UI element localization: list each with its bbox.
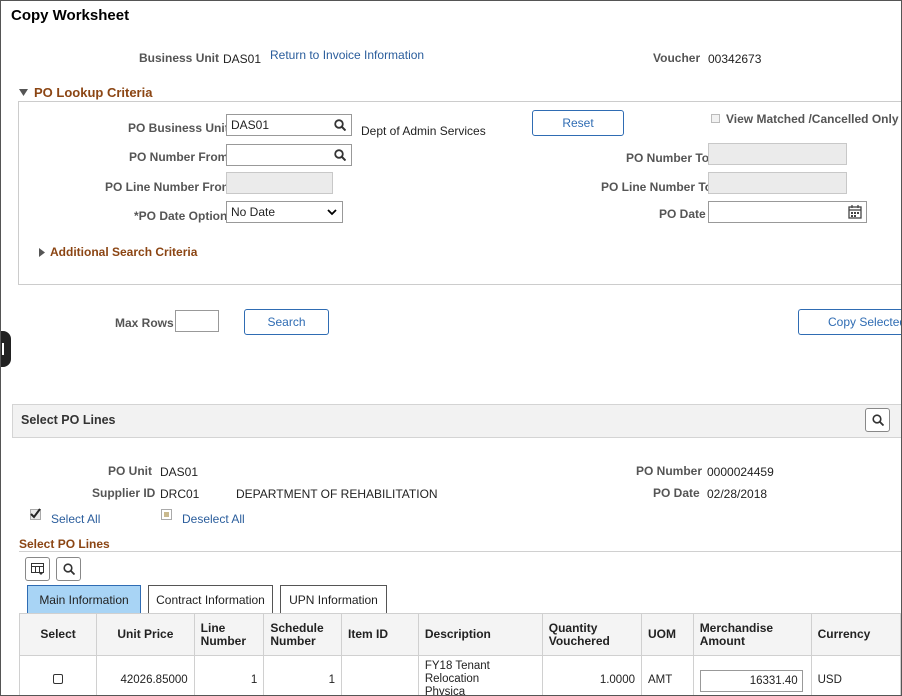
po-line-to-input [708, 172, 847, 194]
copy-selected-lines-button[interactable]: Copy Selected L [798, 309, 901, 335]
col-currency-header[interactable]: Currency [810, 613, 901, 656]
po-date-label: PO Date [659, 207, 706, 221]
uom-cell: AMT [641, 655, 694, 695]
voucher-value: 00342673 [708, 52, 762, 66]
po-number-from-label: PO Number From [129, 150, 229, 164]
description-text: FY18 Tenant Relocation Physica [424, 660, 490, 696]
line-number-cell: 1 [193, 655, 265, 695]
side-panel-handle[interactable] [1, 331, 11, 367]
po-line-from-input [226, 172, 333, 194]
row-select-checkbox[interactable] [53, 673, 64, 684]
col-description-header[interactable]: Description [417, 613, 543, 656]
description-cell: FY18 Tenant Relocation Physica [417, 655, 543, 696]
select-all-checkbox[interactable] [30, 508, 41, 520]
select-po-lines-header-bar [12, 404, 901, 438]
select-all-link[interactable]: Select All [51, 512, 100, 526]
po-business-unit-description: Dept of Admin Services [361, 124, 486, 138]
po-date-label-2: PO Date [653, 486, 700, 500]
grid-header-row: Select Unit Price Line Number Schedule N… [18, 613, 901, 656]
calendar-icon[interactable] [848, 205, 862, 219]
indeterminate-icon [164, 512, 169, 517]
item-id-cell [341, 655, 419, 695]
unit-price-cell: 42026.85000 [96, 655, 195, 695]
search-icon[interactable] [334, 119, 346, 131]
grid-find-button[interactable] [56, 557, 81, 581]
voucher-label: Voucher [653, 51, 701, 65]
po-date-value: 02/28/2018 [707, 487, 768, 501]
col-schedule-number-header[interactable]: Schedule Number [263, 613, 342, 656]
search-icon [871, 414, 884, 426]
select-po-lines-grid-title: Select PO Lines [19, 537, 110, 551]
supplier-id-value: DRC01 [160, 487, 200, 501]
col-merchandise-amount-header[interactable]: Merchandise Amount [692, 613, 812, 656]
po-lookup-toggle[interactable]: PO Lookup Criteria [19, 85, 152, 100]
search-icon[interactable] [334, 149, 346, 161]
deselect-all-checkbox[interactable] [161, 509, 172, 520]
copy-worksheet-page: Copy Worksheet Business Unit DAS01 Retur… [0, 0, 902, 696]
additional-search-label: Additional Search Criteria [50, 245, 198, 259]
personalize-grid-button[interactable] [25, 557, 50, 581]
po-number-to-input [708, 143, 847, 165]
find-button[interactable] [865, 408, 890, 432]
po-line-from-label: PO Line Number From [105, 180, 233, 194]
chevron-down-icon [327, 209, 337, 216]
col-uom-header[interactable]: UOM [641, 613, 694, 656]
po-number-to-label: PO Number To [626, 151, 710, 165]
tab-main-information[interactable]: Main Information [27, 585, 141, 613]
po-unit-label: PO Unit [108, 464, 152, 478]
row-select-cell [18, 655, 98, 695]
po-date-option-value: No Date [231, 205, 276, 219]
col-select-header[interactable]: Select [18, 613, 98, 656]
supplier-name: DEPARTMENT OF REHABILITATION [236, 487, 438, 501]
checkmark-icon [30, 508, 41, 519]
view-matched-checkbox[interactable] [711, 114, 720, 123]
collapse-triangle-icon [19, 89, 28, 96]
col-quantity-vouchered-header[interactable]: Quantity Vouchered [541, 613, 643, 656]
merchandise-amount-input[interactable]: 16331.40 [699, 669, 803, 692]
po-number-label: PO Number [636, 464, 703, 478]
col-unit-price-header[interactable]: Unit Price [96, 613, 195, 656]
search-icon [62, 563, 75, 575]
po-date-input[interactable] [708, 201, 867, 223]
additional-search-toggle[interactable]: Additional Search Criteria [39, 245, 197, 259]
grid-title-divider [19, 551, 901, 552]
po-lines-grid: Select Unit Price Line Number Schedule N… [18, 613, 901, 696]
max-rows-label: Max Rows [115, 316, 174, 330]
business-unit-value: DAS01 [223, 52, 262, 66]
page-title: Copy Worksheet [11, 7, 130, 24]
po-business-unit-label: PO Business Unit [128, 121, 229, 135]
expand-triangle-icon [39, 247, 45, 257]
supplier-id-label: Supplier ID [92, 486, 156, 500]
merchandise-amount-cell: 16331.40 [692, 655, 812, 695]
po-line-to-label: PO Line Number To [601, 180, 713, 194]
po-date-option-label: *PO Date Option [134, 209, 228, 223]
po-date-option-select[interactable]: No Date [226, 201, 343, 223]
col-line-number-header[interactable]: Line Number [193, 613, 265, 656]
tab-contract-information[interactable]: Contract Information [148, 585, 273, 613]
schedule-number-cell: 1 [263, 655, 342, 695]
reset-button[interactable]: Reset [532, 110, 624, 136]
return-to-invoice-link[interactable]: Return to Invoice Information [270, 48, 424, 62]
max-rows-input[interactable] [175, 310, 219, 332]
po-lookup-title: PO Lookup Criteria [34, 85, 153, 100]
grid-settings-icon [31, 563, 44, 575]
business-unit-label: Business Unit [139, 51, 220, 65]
quantity-vouchered-cell: 1.0000 [541, 655, 643, 695]
handle-grip-icon [2, 343, 4, 355]
table-row: 42026.85000 1 1 FY18 Tenant Relocation P… [18, 655, 901, 696]
select-po-lines-header-title: Select PO Lines [21, 413, 116, 427]
view-matched-label: View Matched /Cancelled Only [726, 112, 899, 126]
col-item-id-header[interactable]: Item ID [341, 613, 419, 656]
tab-upn-information[interactable]: UPN Information [280, 585, 387, 613]
currency-cell: USD [810, 655, 901, 695]
po-number-value: 0000024459 [707, 465, 774, 479]
search-button[interactable]: Search [244, 309, 329, 335]
deselect-all-link[interactable]: Deselect All [182, 512, 245, 526]
po-unit-value: DAS01 [160, 465, 199, 479]
